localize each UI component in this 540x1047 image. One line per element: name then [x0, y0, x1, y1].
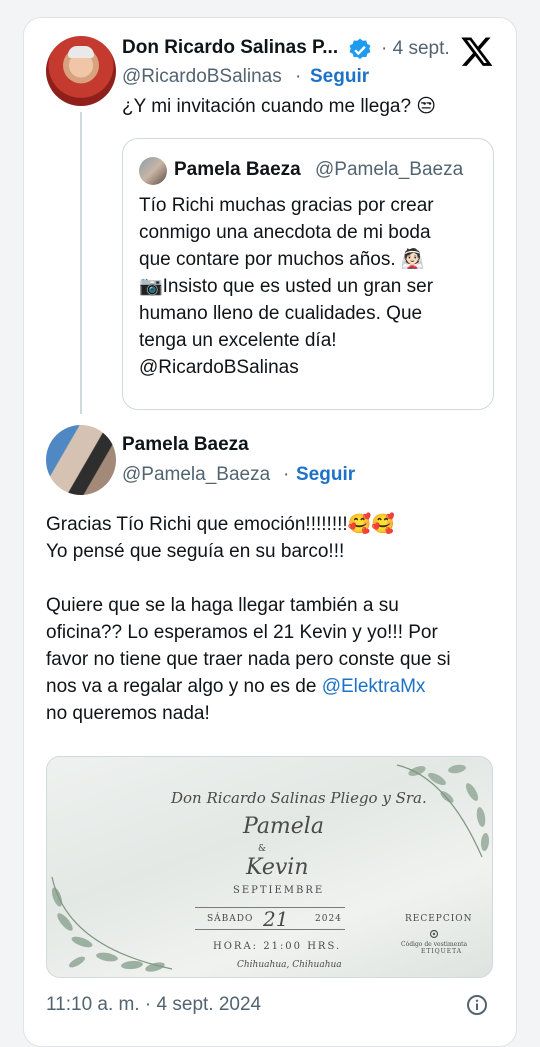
quote-author-handle[interactable]: @Pamela_Baeza — [315, 159, 463, 181]
reply-line — [46, 565, 506, 592]
invitation-year: 2024 — [315, 914, 342, 924]
invitation-day-name: SÁBADO — [207, 914, 254, 924]
reply-line: Yo pensé que seguía en su barco!!! — [46, 541, 345, 562]
invitation-host: Don Ricardo Salinas Pliego y Sra. — [171, 789, 427, 807]
reply-line: no queremos nada! — [46, 703, 210, 724]
tweet-timestamp[interactable]: 11:10 a. m. · 4 sept. 2024 — [46, 994, 261, 1016]
reply-line: nos va a regalar algo y no es de — [46, 676, 317, 697]
invitation-place: Chihuahua, Chihuahua — [237, 960, 342, 970]
reply-line: oficina?? Lo esperamos el 21 Kevin y yo!… — [46, 622, 438, 643]
leaf-decoration-bottom-left — [51, 876, 173, 972]
reply-line-with-mention: nos va a regalar algo y no es de @Elektr… — [46, 673, 506, 700]
quote-line: tenga un excelente día! — [139, 330, 337, 351]
pamela-avatar[interactable] — [46, 425, 116, 495]
tweet-author-name[interactable]: Don Ricardo Salinas P... — [122, 37, 338, 59]
verified-badge-icon — [347, 37, 373, 63]
x-logo-icon[interactable] — [460, 34, 494, 68]
follow-button[interactable]: Seguir — [310, 66, 369, 88]
quote-text: Tío Richi muchas gracias por crear conmi… — [139, 192, 484, 381]
quote-line: que contare por muchos años. 👰🏻 — [139, 249, 425, 270]
reply-line: favor no tiene que traer nada pero const… — [46, 649, 451, 670]
leaf-decoration-top-right — [396, 764, 490, 858]
invitation-dress-code: Código de vestimenta — [401, 941, 468, 948]
quote-line: conmigo una anecdota de mi boda — [139, 222, 431, 243]
pamela-quote-avatar[interactable] — [139, 157, 167, 185]
invitation-reception: RECEPCION — [405, 914, 473, 924]
reply-line: Gracias Tío Richi que emoción!!!!!!!!🥰🥰 — [46, 514, 395, 535]
invitation-month: SEPTIEMBRE — [233, 885, 325, 896]
separator-dot: · — [295, 66, 302, 87]
reply-text: Gracias Tío Richi que emoción!!!!!!!!🥰🥰 … — [46, 511, 506, 727]
invitation-amp: & — [258, 844, 267, 854]
thread-line — [80, 112, 82, 414]
invitation-image[interactable]: Don Ricardo Salinas Pliego y Sra. Pamela… — [46, 756, 493, 978]
quote-mention[interactable]: @RicardoBSalinas — [139, 354, 484, 381]
invitation-groom: Kevin — [246, 855, 309, 880]
tweet-author-handle[interactable]: @RicardoBSalinas — [122, 66, 282, 88]
quote-line: Tío Richi muchas gracias por crear — [139, 195, 434, 216]
reply-line: Quiere que se la haga llegar también a s… — [46, 595, 399, 616]
separator-dot: · — [283, 464, 290, 485]
gear-icon — [428, 927, 440, 939]
invitation-dress-code-value: ETIQUETA — [421, 948, 463, 955]
elektra-mention-link[interactable]: @ElektraMx — [322, 676, 426, 697]
invitation-bride: Pamela — [243, 814, 324, 839]
tweet-date[interactable]: · 4 sept. — [381, 38, 450, 60]
info-icon[interactable] — [466, 994, 488, 1016]
ricardo-avatar[interactable] — [46, 36, 116, 106]
invitation-time: HORA: 21:00 HRS. — [213, 941, 342, 952]
quote-line: humano lleno de cualidades. Que — [139, 303, 423, 324]
quote-author-name[interactable]: Pamela Baeza — [174, 159, 301, 181]
tweet-text: ¿Y mi invitación cuando me llega? 😒 — [122, 96, 437, 117]
reply-author-name[interactable]: Pamela Baeza — [122, 434, 249, 456]
date-divider-bottom — [195, 929, 345, 930]
reply-author-handle[interactable]: @Pamela_Baeza — [122, 464, 270, 486]
quote-line: 📷Insisto que es usted un gran ser — [139, 276, 434, 297]
reply-follow-button[interactable]: Seguir — [296, 464, 355, 486]
invitation-day-num: 21 — [263, 907, 289, 931]
